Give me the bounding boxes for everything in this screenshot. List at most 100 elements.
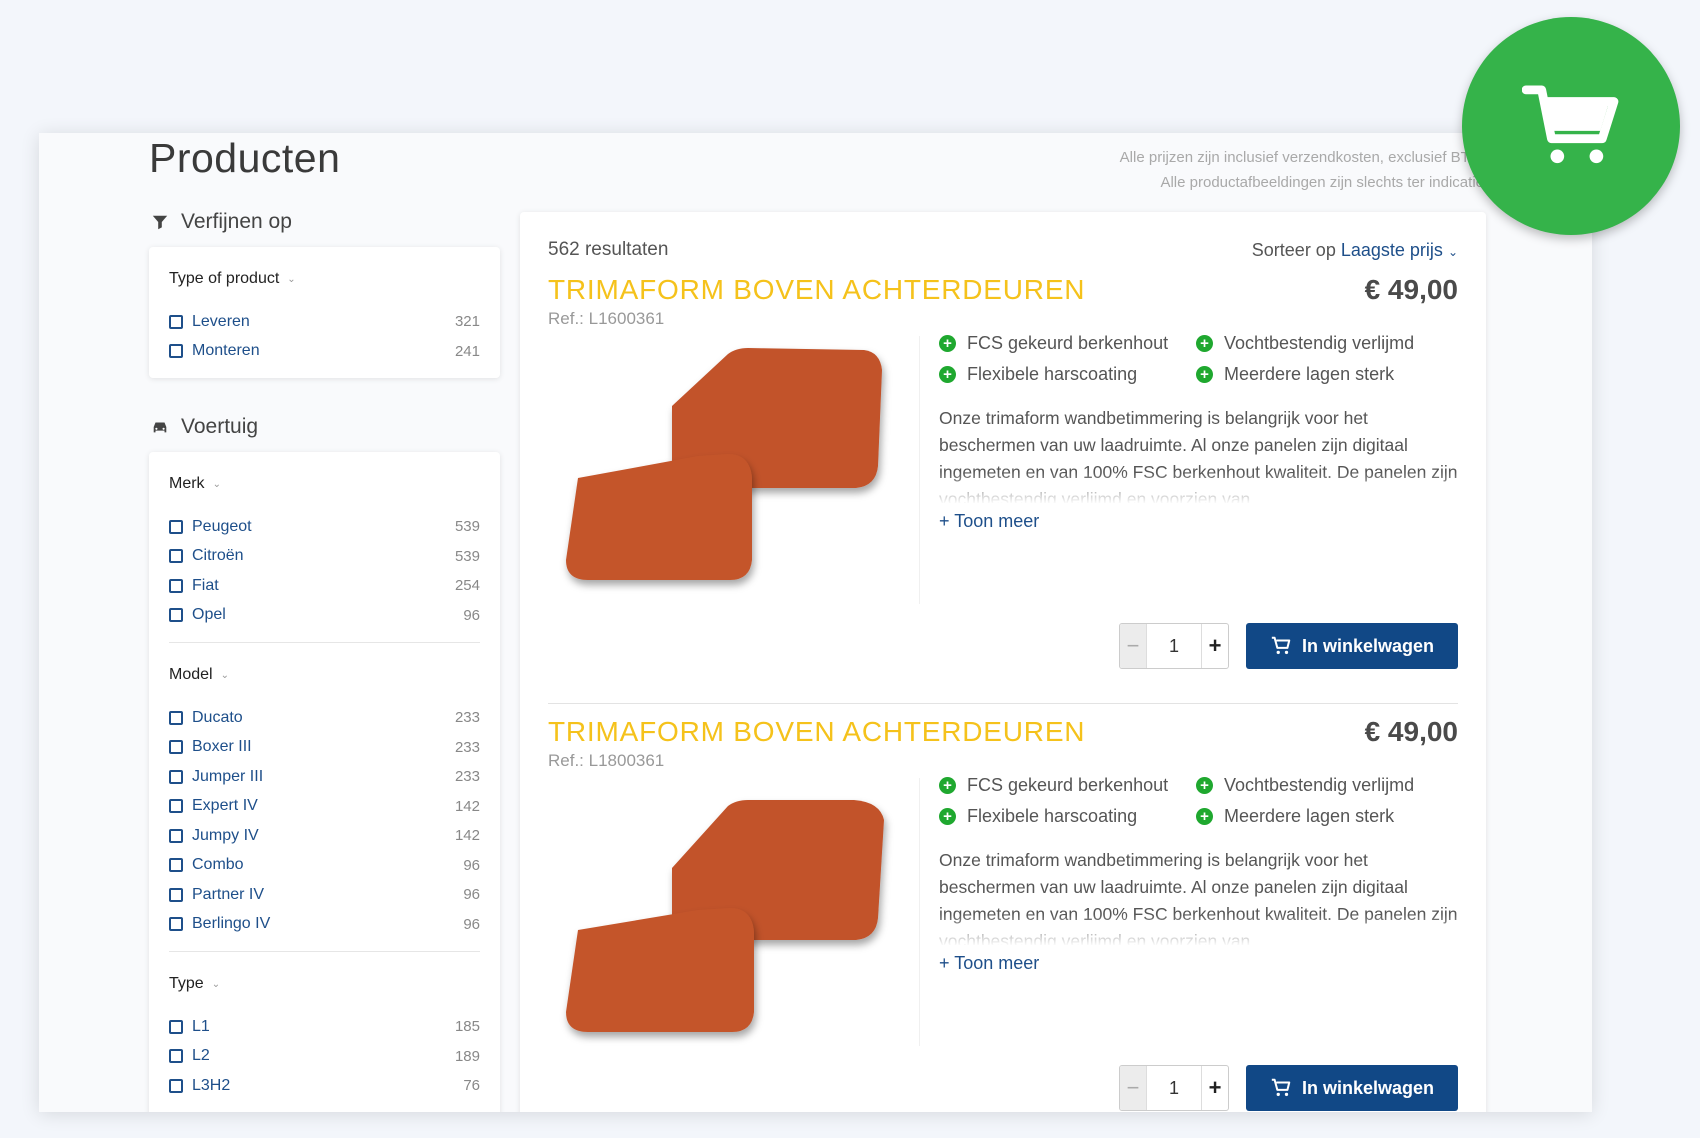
product-price: € 49,00 bbox=[1364, 716, 1458, 747]
option-count: 233 bbox=[454, 768, 480, 786]
filter-option-l2[interactable]: L2 189 bbox=[169, 1042, 480, 1072]
option-label: Monteren bbox=[192, 342, 260, 360]
divider bbox=[169, 951, 480, 952]
price-notes: Alle prijzen zijn inclusief verzendkoste… bbox=[1120, 145, 1484, 195]
feature-item: + Vochtbestendig verlijmd bbox=[1196, 332, 1459, 354]
checkbox[interactable] bbox=[169, 740, 183, 755]
add-to-cart-button[interactable]: In winkelwagen bbox=[1246, 623, 1458, 669]
filter-option-expert-iv[interactable]: Expert IV 142 bbox=[169, 792, 480, 822]
chevron-down-icon: ⌄ bbox=[1447, 244, 1458, 259]
checkbox[interactable] bbox=[169, 578, 183, 593]
quantity-input[interactable]: 1 bbox=[1146, 1066, 1202, 1110]
cart-icon bbox=[1271, 636, 1291, 655]
option-label: Berlingo IV bbox=[192, 915, 271, 933]
product-image[interactable] bbox=[548, 778, 920, 1046]
checkbox[interactable] bbox=[169, 344, 183, 359]
product-type-toggle[interactable]: Type of product ⌄ bbox=[169, 265, 480, 293]
feature-item: + FCS gekeurd berkenhout bbox=[939, 332, 1196, 354]
checkbox[interactable] bbox=[169, 314, 183, 329]
filter-option-l3h2[interactable]: L3H2 76 bbox=[169, 1071, 480, 1101]
model-toggle[interactable]: Model ⌄ bbox=[169, 661, 480, 689]
quantity-input[interactable]: 1 bbox=[1146, 624, 1202, 668]
filter-option-berlingo-iv[interactable]: Berlingo IV 96 bbox=[169, 910, 480, 940]
option-label: Peugeot bbox=[192, 517, 252, 535]
checkbox[interactable] bbox=[169, 799, 183, 814]
product-title[interactable]: TRIMAFORM BOVEN ACHTERDEUREN bbox=[548, 716, 1085, 748]
filter-option-combo[interactable]: Combo 96 bbox=[169, 851, 480, 881]
show-more-link[interactable]: + Toon meer bbox=[939, 953, 1039, 974]
sort-label: Sorteer op bbox=[1251, 239, 1336, 260]
option-label: Ducato bbox=[192, 708, 243, 726]
cart-button-label: In winkelwagen bbox=[1301, 635, 1435, 656]
filter-option-partner-iv[interactable]: Partner IV 96 bbox=[169, 880, 480, 910]
product-image[interactable] bbox=[548, 336, 920, 604]
option-label: Expert IV bbox=[192, 797, 258, 815]
checkbox[interactable] bbox=[169, 710, 183, 725]
plus-circle-icon: + bbox=[1196, 776, 1213, 794]
description-fade bbox=[939, 914, 1459, 946]
option-label: Citroën bbox=[192, 547, 244, 565]
checkbox[interactable] bbox=[169, 549, 183, 564]
app-window: Producten Alle prijzen zijn inclusief ve… bbox=[39, 133, 1592, 1112]
product-title[interactable]: TRIMAFORM BOVEN ACHTERDEUREN bbox=[548, 274, 1085, 306]
sort-dropdown[interactable]: Laagste prijs ⌄ bbox=[1341, 240, 1458, 260]
plus-circle-icon: + bbox=[939, 334, 956, 352]
price-note: Alle prijzen zijn inclusief verzendkoste… bbox=[1119, 149, 1484, 166]
vehicle-filter: Merk ⌄ Peugeot 539 Citroën 539 Fiat 254 Ope… bbox=[149, 452, 500, 1112]
filter-option-monteren[interactable]: Monteren 241 bbox=[169, 337, 480, 367]
feature-item: + Flexibele harscoating bbox=[939, 363, 1196, 385]
increase-button[interactable]: + bbox=[1202, 1066, 1228, 1110]
filter-option-leveren[interactable]: Leveren 321 bbox=[169, 307, 480, 337]
shopping-cart-icon bbox=[1522, 85, 1619, 164]
door-panel-image bbox=[566, 348, 882, 580]
option-count: 142 bbox=[454, 827, 480, 845]
checkbox[interactable] bbox=[169, 858, 183, 873]
option-label: Opel bbox=[192, 606, 226, 624]
filter-option-jumpy-iv[interactable]: Jumpy IV 142 bbox=[169, 821, 480, 851]
option-label: Leveren bbox=[192, 312, 250, 330]
cart-icon bbox=[1271, 1078, 1291, 1097]
filter-option-opel[interactable]: Opel 96 bbox=[169, 601, 480, 631]
option-label: Jumpy IV bbox=[192, 826, 259, 844]
refine-title: Verfijnen op bbox=[181, 210, 292, 233]
checkbox[interactable] bbox=[169, 1019, 183, 1034]
option-label: Fiat bbox=[192, 576, 219, 594]
chevron-down-icon: ⌄ bbox=[220, 669, 229, 681]
chevron-down-icon: ⌄ bbox=[212, 478, 221, 490]
checkbox[interactable] bbox=[169, 1049, 183, 1064]
option-label: L2 bbox=[192, 1047, 210, 1065]
filter-option-boxer-iii[interactable]: Boxer III 233 bbox=[169, 733, 480, 763]
plus-circle-icon: + bbox=[1196, 807, 1213, 825]
feature-item: + FCS gekeurd berkenhout bbox=[939, 774, 1196, 796]
increase-button[interactable]: + bbox=[1202, 624, 1228, 668]
decrease-button[interactable]: − bbox=[1120, 624, 1146, 668]
feature-text: Vochtbestendig verlijmd bbox=[1224, 332, 1415, 353]
feature-item: + Flexibele harscoating bbox=[939, 805, 1196, 827]
chevron-down-icon: ⌄ bbox=[211, 978, 221, 990]
merk-toggle[interactable]: Merk ⌄ bbox=[169, 470, 480, 498]
checkbox[interactable] bbox=[169, 828, 183, 843]
checkbox[interactable] bbox=[169, 769, 183, 784]
filter-sidebar: Verfijnen op Type of product ⌄ Leveren 32… bbox=[149, 207, 500, 1112]
decrease-button[interactable]: − bbox=[1120, 1066, 1146, 1110]
filter-option-peugeot[interactable]: Peugeot 539 bbox=[169, 512, 480, 542]
checkbox[interactable] bbox=[169, 887, 183, 902]
option-label: Partner IV bbox=[192, 885, 265, 903]
show-more-link[interactable]: + Toon meer bbox=[939, 511, 1039, 532]
vehicle-title: Voertuig bbox=[181, 415, 259, 438]
filter-option-jumper-iii[interactable]: Jumper III 233 bbox=[169, 762, 480, 792]
type-toggle[interactable]: Type ⌄ bbox=[169, 970, 480, 998]
checkbox[interactable] bbox=[169, 1078, 183, 1093]
vehicle-heading: Voertuig bbox=[151, 412, 500, 442]
checkbox[interactable] bbox=[169, 519, 183, 534]
shopping-cart-button[interactable] bbox=[1462, 17, 1680, 235]
add-to-cart-button[interactable]: In winkelwagen bbox=[1246, 1065, 1458, 1111]
refine-heading: Verfijnen op bbox=[151, 207, 500, 237]
checkbox[interactable] bbox=[169, 917, 183, 932]
checkbox[interactable] bbox=[169, 608, 183, 623]
filter-option-citroen[interactable]: Citroën 539 bbox=[169, 542, 480, 572]
filter-option-l1[interactable]: L1 185 bbox=[169, 1012, 480, 1042]
filter-option-fiat[interactable]: Fiat 254 bbox=[169, 571, 480, 601]
feature-item: + Vochtbestendig verlijmd bbox=[1196, 774, 1459, 796]
filter-option-ducato[interactable]: Ducato 233 bbox=[169, 703, 480, 733]
